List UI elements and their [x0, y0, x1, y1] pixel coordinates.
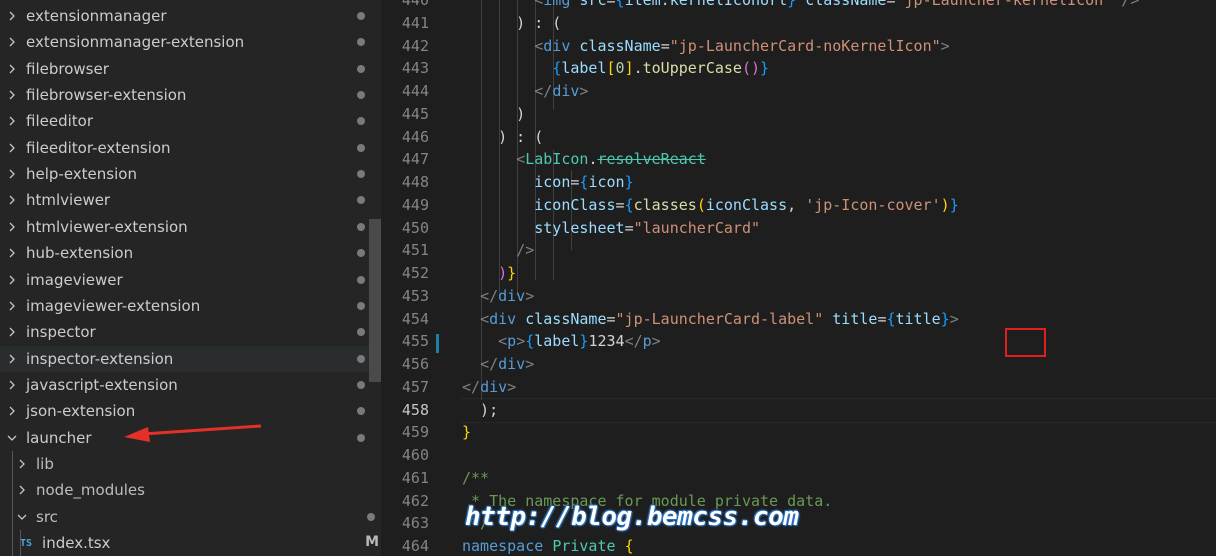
annotation-arrow: [124, 424, 262, 442]
